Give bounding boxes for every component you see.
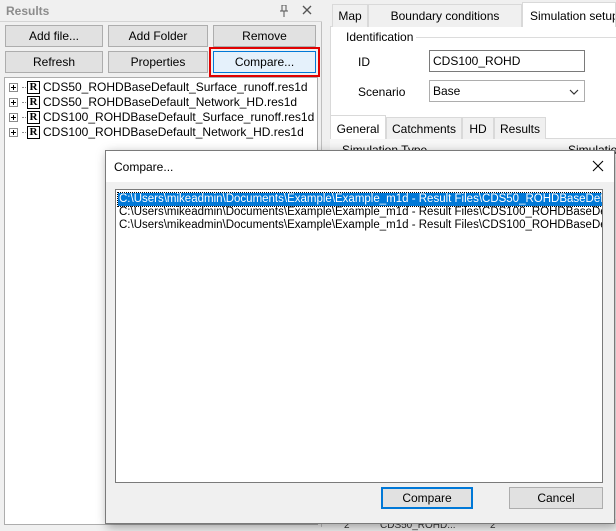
list-item[interactable]: C:\Users\mikeadmin\Documents\Example\Exa…	[118, 206, 602, 219]
compare-file-list[interactable]: C:\Users\mikeadmin\Documents\Example\Exa…	[115, 189, 603, 483]
refresh-button[interactable]: Refresh	[5, 51, 103, 73]
result-file-icon: R	[27, 110, 40, 124]
tree-item-label: CDS100_ROHDBaseDefault_Network_HD.res1d	[43, 125, 304, 139]
compare-confirm-button[interactable]: Compare	[381, 487, 473, 509]
expand-icon[interactable]	[9, 112, 18, 122]
tree-item[interactable]: R CDS100_ROHDBaseDefault_Surface_runoff.…	[9, 109, 314, 125]
remove-button[interactable]: Remove	[213, 25, 316, 47]
close-icon	[592, 160, 604, 172]
scenario-value: Base	[433, 84, 461, 98]
id-label: ID	[358, 55, 370, 69]
tab-general[interactable]: General	[330, 115, 386, 141]
scenario-label: Scenario	[358, 85, 406, 99]
chevron-down-icon	[569, 89, 579, 95]
list-item[interactable]: C:\Users\mikeadmin\Documents\Example\Exa…	[118, 219, 602, 232]
dialog-title: Compare...	[114, 160, 174, 174]
pin-icon[interactable]	[279, 5, 289, 17]
results-panel-header: Results	[0, 0, 322, 22]
dialog-titlebar[interactable]: Compare...	[106, 151, 614, 182]
expand-icon[interactable]	[9, 127, 18, 137]
top-tabs: Map Boundary conditions Simulation setup	[330, 2, 616, 28]
scenario-select[interactable]: Base	[429, 80, 585, 102]
tab-hd[interactable]: HD	[462, 117, 494, 140]
panel-title: Results	[6, 4, 50, 18]
dialog-close-button[interactable]	[588, 156, 608, 176]
tab-results[interactable]: Results	[494, 117, 546, 140]
result-file-icon: R	[27, 95, 40, 109]
properties-button[interactable]: Properties	[108, 51, 208, 73]
sub-tabs: General Catchments HD Results	[330, 115, 616, 141]
compare-highlight-box	[209, 47, 320, 77]
add-folder-button[interactable]: Add Folder	[108, 25, 208, 47]
compare-dialog: Compare... C:\Users\mikeadmin\Documents\…	[105, 150, 615, 524]
id-input[interactable]	[429, 50, 585, 72]
tree-item-label: CDS50_ROHDBaseDefault_Network_HD.res1d	[43, 95, 298, 109]
expand-icon[interactable]	[9, 82, 18, 92]
identification-group-title: Identification	[346, 30, 414, 44]
tree-item[interactable]: R CDS100_ROHDBaseDefault_Network_HD.res1…	[9, 124, 304, 140]
expand-icon[interactable]	[9, 97, 18, 107]
cancel-button[interactable]: Cancel	[509, 487, 603, 509]
tab-boundary-conditions[interactable]: Boundary conditions	[368, 4, 522, 27]
tree-item[interactable]: R CDS50_ROHDBaseDefault_Surface_runoff.r…	[9, 79, 308, 95]
list-item[interactable]: C:\Users\mikeadmin\Documents\Example\Exa…	[117, 192, 602, 207]
tab-catchments[interactable]: Catchments	[386, 117, 462, 140]
tree-item[interactable]: R CDS50_ROHDBaseDefault_Network_HD.res1d	[9, 94, 297, 110]
tree-item-label: CDS50_ROHDBaseDefault_Surface_runoff.res…	[43, 80, 308, 94]
result-file-icon: R	[27, 80, 40, 94]
result-file-icon: R	[27, 125, 40, 139]
tree-item-label: CDS100_ROHDBaseDefault_Surface_runoff.re…	[43, 110, 315, 124]
add-file-button[interactable]: Add file...	[5, 25, 103, 47]
tab-simulation-setup[interactable]: Simulation setup	[522, 2, 616, 28]
tab-map[interactable]: Map	[332, 4, 368, 27]
close-icon[interactable]	[300, 3, 314, 17]
